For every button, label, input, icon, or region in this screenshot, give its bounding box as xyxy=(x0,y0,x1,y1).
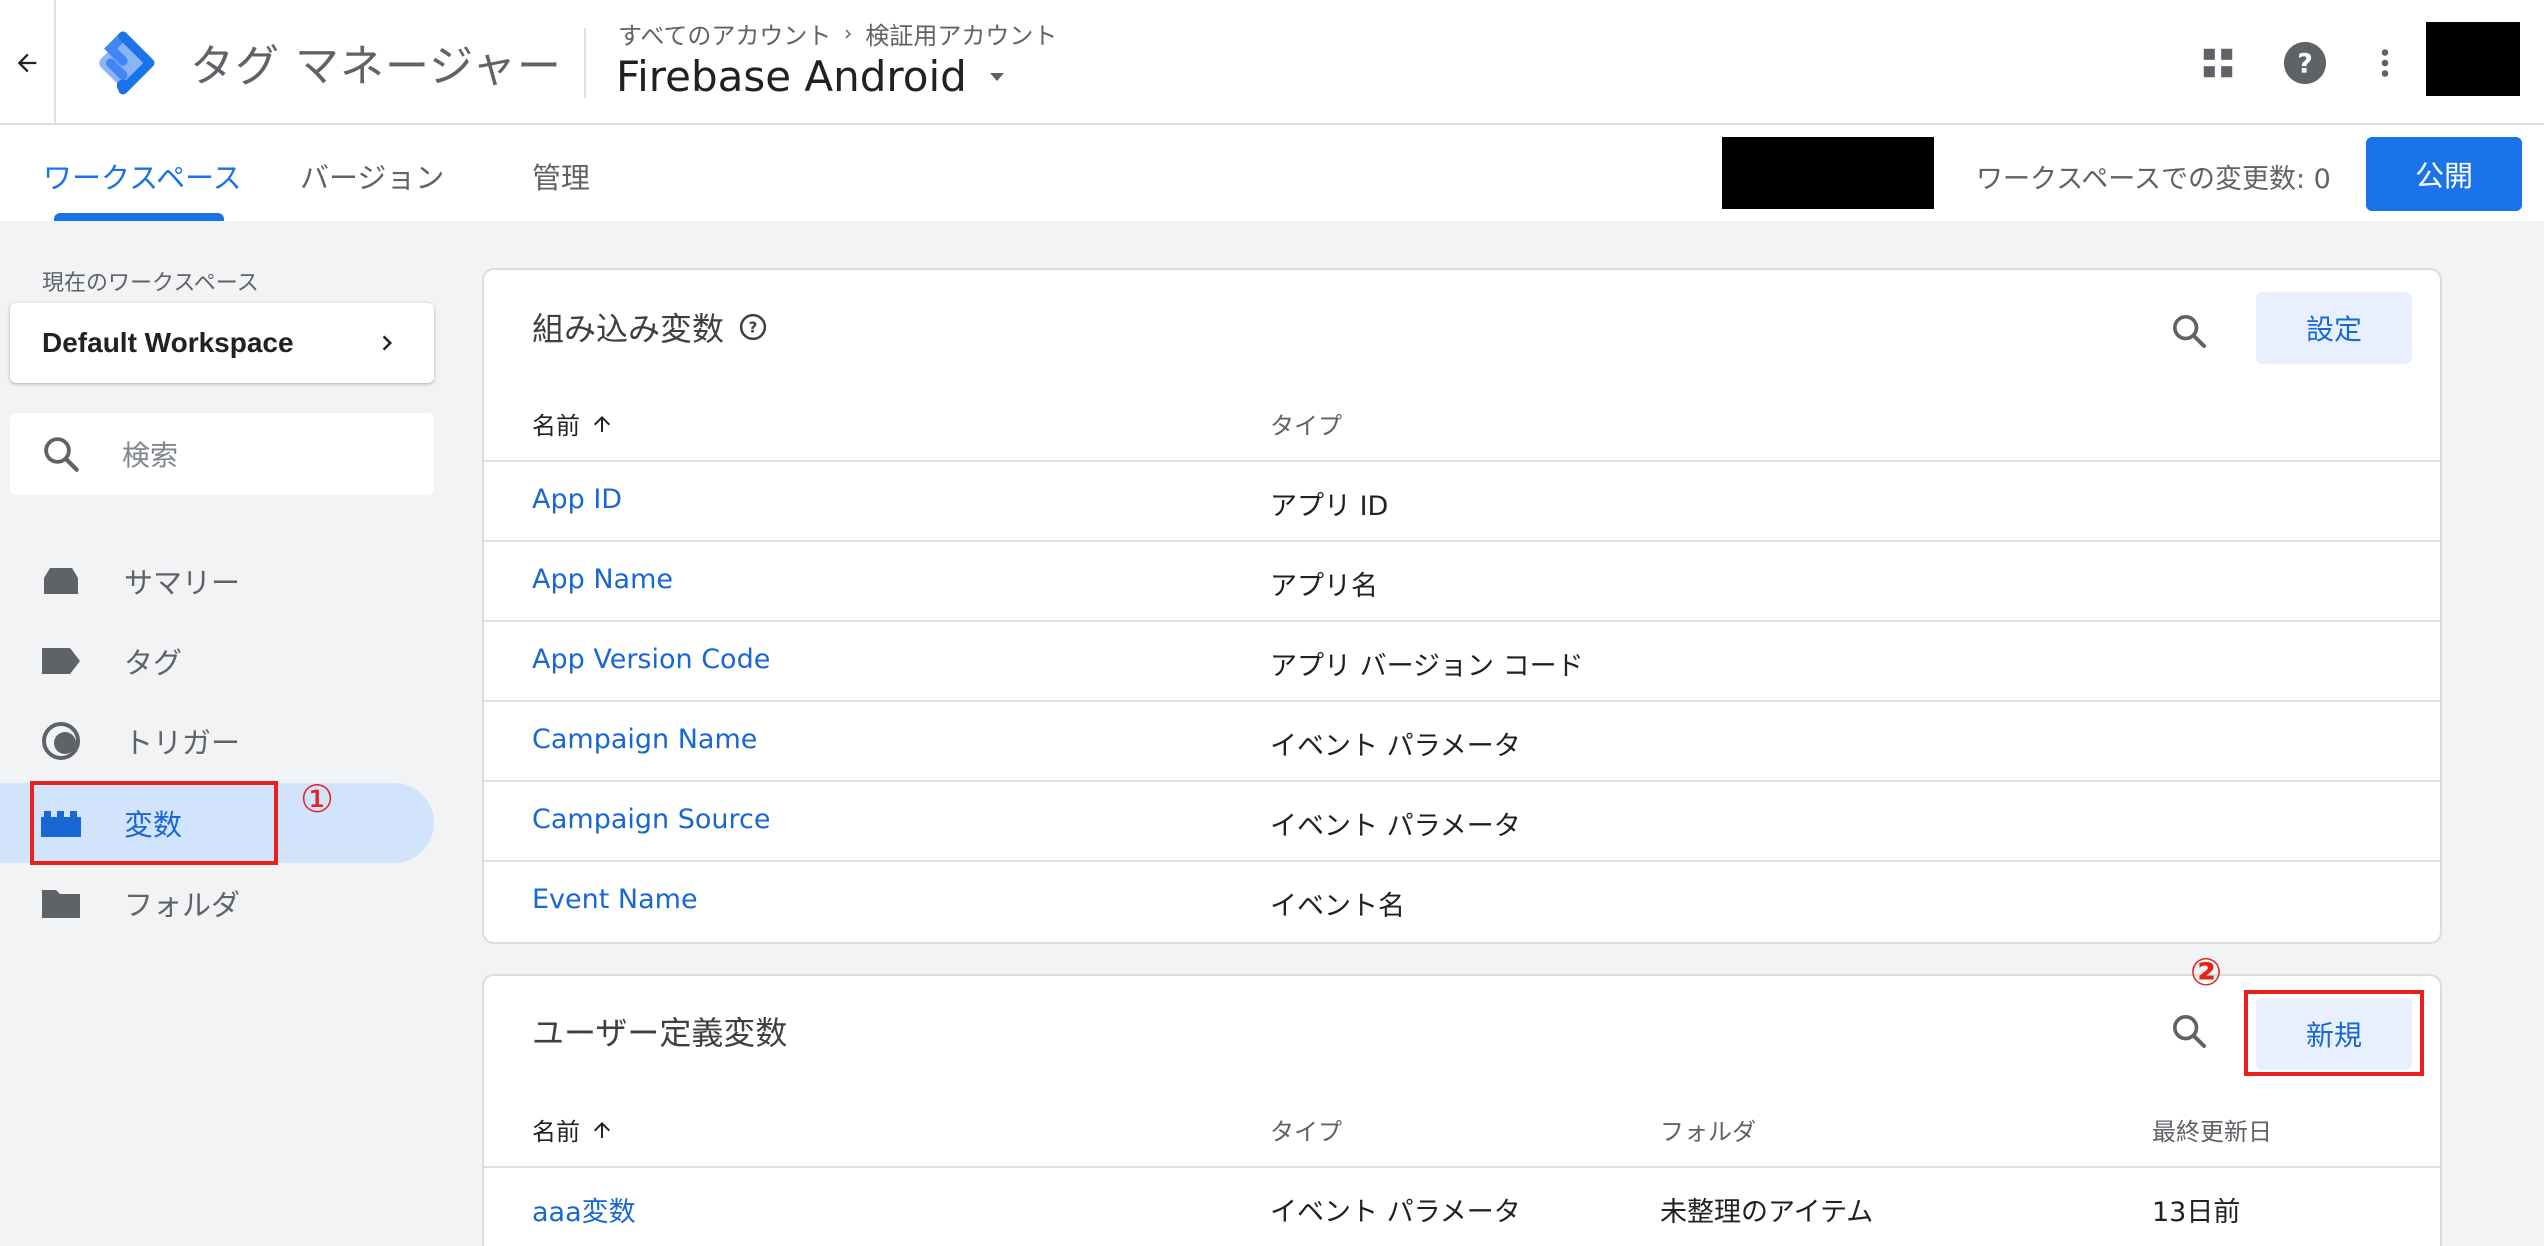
product-name: タグ マネージャー xyxy=(190,41,562,92)
sidebar-search[interactable]: 検索 xyxy=(10,413,434,495)
help-icon[interactable]: ? xyxy=(2280,38,2330,88)
variable-last-updated: 13日前 xyxy=(2152,1197,2241,1228)
dropdown-arrow-icon xyxy=(989,72,1004,81)
search-icon[interactable] xyxy=(2164,1006,2214,1056)
column-header-type[interactable]: タイプ xyxy=(1270,406,1342,441)
chevron-right-icon xyxy=(382,335,392,351)
annotation-number-2: ② xyxy=(2190,950,2223,994)
help-outline-icon[interactable]: ? xyxy=(738,312,768,342)
tab-versions[interactable]: バージョン xyxy=(300,155,444,197)
table-row[interactable]: App Version Code アプリ バージョン コード xyxy=(484,620,2440,700)
folder-icon xyxy=(40,882,82,924)
sidebar-item-folders[interactable]: フォルダ xyxy=(0,863,434,943)
user-defined-variables-title: ユーザー定義変数 xyxy=(532,1014,788,1052)
arrow-back-icon xyxy=(17,53,37,72)
table-row[interactable]: App Name アプリ名 xyxy=(484,540,2440,620)
tab-admin[interactable]: 管理 xyxy=(532,155,590,197)
workspace-selector[interactable]: Default Workspace xyxy=(10,303,434,383)
svg-text:?: ? xyxy=(749,319,758,337)
apps-grid-icon[interactable] xyxy=(2193,38,2243,88)
trigger-icon xyxy=(40,720,82,762)
current-workspace-label: 現在のワークスペース xyxy=(42,271,259,296)
account-avatar[interactable] xyxy=(2426,22,2520,96)
variable-name-link[interactable]: aaa変数 xyxy=(532,1190,636,1229)
sidebar-item-label: フォルダ xyxy=(124,888,241,922)
publish-button[interactable]: 公開 xyxy=(2366,137,2522,211)
sidebar-item-label: サマリー xyxy=(124,566,241,600)
variable-name-link[interactable]: Campaign Name xyxy=(532,724,757,755)
table-row[interactable]: aaa変数 イベント パラメータ 未整理のアイテム 13日前 xyxy=(484,1166,2440,1246)
column-header-name[interactable]: 名前 xyxy=(532,1112,614,1147)
variable-name-link[interactable]: App Name xyxy=(532,564,673,595)
table-row[interactable]: App ID アプリ ID xyxy=(484,460,2440,540)
breadcrumb-current[interactable]: 検証用アカウント xyxy=(865,16,1057,51)
variable-name-link[interactable]: App Version Code xyxy=(532,644,770,675)
variable-type: アプリ名 xyxy=(1270,571,1378,602)
active-tab-indicator xyxy=(54,213,224,221)
column-header-folder[interactable]: フォルダ xyxy=(1660,1112,1756,1147)
sidebar: 現在のワークスペース Default Workspace 検索 サマリー タグ … xyxy=(0,221,454,1246)
column-header-last-updated[interactable]: 最終更新日 xyxy=(2152,1112,2272,1147)
back-button[interactable] xyxy=(0,0,56,125)
workspace-navbar: ワークスペース バージョン 管理 ワークスペースでの変更数: 0 公開 xyxy=(0,125,2544,221)
variable-type: イベント パラメータ xyxy=(1270,731,1521,762)
table-row[interactable]: Campaign Name イベント パラメータ xyxy=(484,700,2440,780)
tag-manager-logo xyxy=(99,31,155,95)
search-placeholder: 検索 xyxy=(122,439,179,472)
annotation-number-1: ① xyxy=(300,777,335,821)
breadcrumb[interactable]: すべてのアカウント 検証用アカウント xyxy=(618,16,1057,51)
annotation-highlight-variables xyxy=(30,781,278,865)
variable-type: イベント パラメータ xyxy=(1270,811,1521,842)
sidebar-item-label: トリガー xyxy=(124,726,241,760)
more-vert-icon[interactable] xyxy=(2360,38,2410,88)
column-header-name[interactable]: 名前 xyxy=(532,406,614,441)
label-icon xyxy=(40,640,82,682)
svg-text:?: ? xyxy=(2297,49,2313,80)
annotation-highlight-new xyxy=(2244,990,2424,1076)
header-divider xyxy=(584,28,586,98)
breadcrumb-account[interactable]: すべてのアカウント xyxy=(618,16,831,51)
container-name: Firebase Android xyxy=(616,52,967,101)
search-icon xyxy=(44,437,79,472)
table-row[interactable]: Event Name イベント名 xyxy=(484,860,2440,940)
variable-type: アプリ バージョン コード xyxy=(1270,651,1584,682)
variable-name-link[interactable]: Campaign Source xyxy=(532,804,770,835)
builtin-variables-title-row: 組み込み変数 ? xyxy=(532,304,768,350)
column-header-type[interactable]: タイプ xyxy=(1270,1112,1342,1147)
sidebar-item-tags[interactable]: タグ xyxy=(0,621,434,701)
user-defined-variables-card: ユーザー定義変数 新規 名前 タイプ フォルダ 最終更新日 aaa変数 イベント… xyxy=(482,974,2442,1246)
tab-workspace[interactable]: ワークスペース xyxy=(43,155,242,197)
variable-folder: 未整理のアイテム xyxy=(1660,1197,1874,1228)
builtin-variables-title: 組み込み変数 xyxy=(532,310,725,348)
sidebar-item-summary[interactable]: サマリー xyxy=(0,541,434,621)
table-row[interactable]: Campaign Source イベント パラメータ xyxy=(484,780,2440,860)
column-name-label: 名前 xyxy=(532,412,580,440)
top-header: タグ マネージャー すべてのアカウント 検証用アカウント Firebase An… xyxy=(0,0,2544,125)
variable-type: アプリ ID xyxy=(1270,491,1389,522)
variable-type: イベント パラメータ xyxy=(1270,1197,1521,1228)
search-icon[interactable] xyxy=(2164,306,2214,356)
builtin-variables-card: 組み込み変数 ? 設定 名前 タイプ App ID アプリ ID App Nam… xyxy=(482,268,2442,944)
column-name-label: 名前 xyxy=(532,1118,580,1146)
variable-type: イベント名 xyxy=(1270,891,1405,922)
arrow-up-icon xyxy=(594,415,610,432)
sidebar-item-label: タグ xyxy=(124,646,183,680)
inbox-icon xyxy=(40,560,82,602)
workspace-name: Default Workspace xyxy=(42,327,294,358)
container-selector[interactable]: Firebase Android xyxy=(616,52,1009,101)
configure-builtin-button[interactable]: 設定 xyxy=(2256,292,2412,364)
arrow-up-icon xyxy=(594,1121,610,1138)
variable-name-link[interactable]: Event Name xyxy=(532,884,698,915)
workspace-changes-count: ワークスペースでの変更数: 0 xyxy=(1976,164,2331,195)
sidebar-item-triggers[interactable]: トリガー xyxy=(0,701,434,781)
variable-name-link[interactable]: App ID xyxy=(532,484,622,515)
chevron-right-icon xyxy=(845,29,852,38)
redacted-area xyxy=(1722,137,1934,209)
